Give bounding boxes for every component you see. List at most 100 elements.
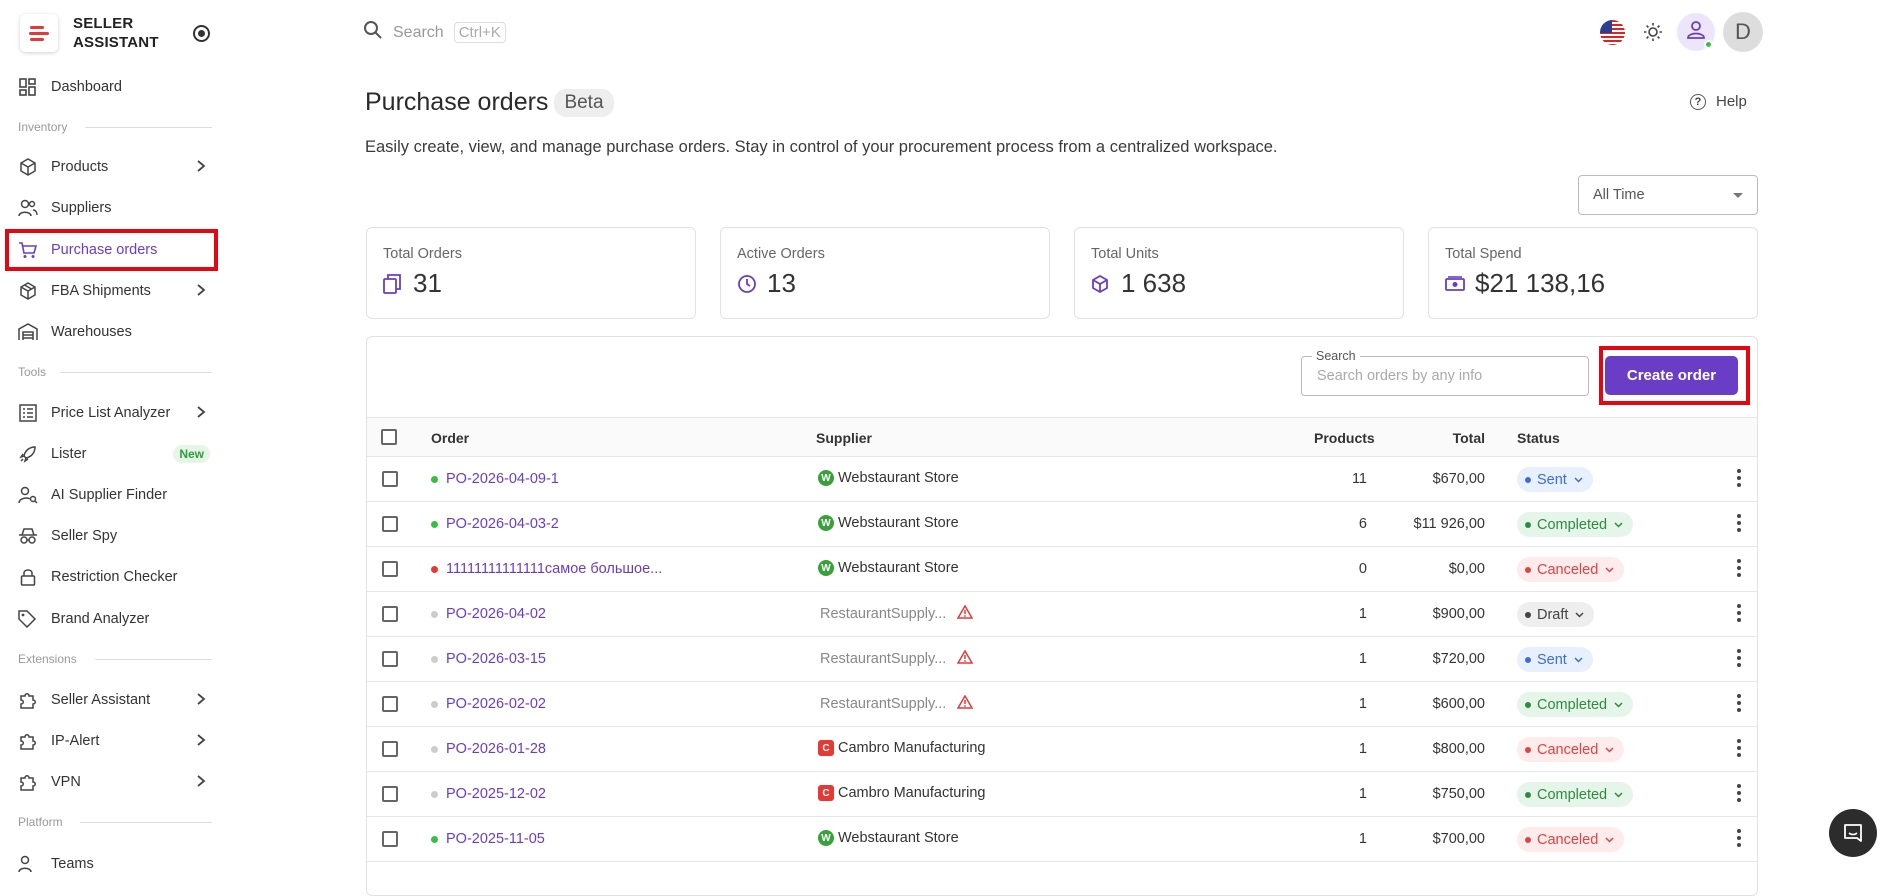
- status-badge[interactable]: Canceled: [1517, 827, 1625, 852]
- brand-line-2: ASSISTANT: [73, 34, 159, 51]
- orders-table-card: Search Create order Order Supplier Produ…: [366, 336, 1758, 896]
- section-platform: Platform: [18, 815, 63, 829]
- kebab-icon[interactable]: [1737, 604, 1741, 622]
- create-order-button[interactable]: Create order: [1605, 356, 1738, 395]
- table-row[interactable]: PO-2026-04-09-1 W Webstaurant Store 11 $670,…: [367, 457, 1757, 502]
- column-order[interactable]: Order: [431, 430, 469, 446]
- order-link[interactable]: PO-2026-01-28: [446, 741, 546, 757]
- sidebar-item-products[interactable]: Products: [5, 148, 218, 186]
- row-checkbox[interactable]: [382, 741, 398, 757]
- order-link[interactable]: PO-2026-04-03-2: [446, 516, 559, 532]
- status-badge[interactable]: Canceled: [1517, 557, 1625, 582]
- row-checkbox[interactable]: [382, 786, 398, 802]
- table-row[interactable]: PO-2025-11-05 W Webstaurant Store 1 $700,00 C…: [367, 817, 1757, 862]
- sidebar-toggle-icon[interactable]: [193, 25, 210, 42]
- status-badge[interactable]: Canceled: [1517, 737, 1625, 762]
- order-cell[interactable]: PO-2026-04-09-1: [431, 471, 559, 487]
- row-checkbox[interactable]: [382, 831, 398, 847]
- kebab-icon[interactable]: [1737, 829, 1741, 847]
- table-row[interactable]: PO-2026-01-28 C Cambro Manufacturing 1 $800,…: [367, 727, 1757, 772]
- table-row[interactable]: PO-2026-03-15 RestaurantSupply... 1 $720,00…: [367, 637, 1757, 682]
- sidebar-item-ai-supplier-finder[interactable]: AI Supplier Finder: [5, 476, 218, 514]
- table-row[interactable]: PO-2025-12-02 C Cambro Manufacturing 1 $750,…: [367, 772, 1757, 817]
- kebab-icon[interactable]: [1737, 559, 1741, 577]
- sidebar-item-vpn[interactable]: VPN: [5, 763, 218, 801]
- order-cell[interactable]: PO-2026-01-28: [431, 741, 546, 757]
- order-cell[interactable]: PO-2026-02-02: [431, 696, 546, 712]
- order-status-dot: [431, 475, 438, 483]
- sidebar-item-seller-spy[interactable]: Seller Spy: [5, 517, 218, 555]
- order-link[interactable]: PO-2026-04-09-1: [446, 471, 559, 487]
- stat-total-units: Total Units 1 638: [1074, 227, 1404, 319]
- order-link[interactable]: PO-2026-02-02: [446, 696, 546, 712]
- order-cell[interactable]: PO-2026-03-15: [431, 651, 546, 667]
- help-link[interactable]: ? Help: [1690, 93, 1747, 110]
- column-total[interactable]: Total: [1427, 430, 1485, 446]
- status-dot: [1525, 791, 1531, 798]
- kebab-icon[interactable]: [1737, 739, 1741, 757]
- sidebar-item-ip-alert[interactable]: IP-Alert: [5, 722, 218, 760]
- sidebar-item-teams[interactable]: Teams: [5, 845, 218, 883]
- sidebar-item-seller-assistant[interactable]: Seller Assistant: [5, 681, 218, 719]
- column-status[interactable]: Status: [1517, 430, 1560, 446]
- row-checkbox[interactable]: [382, 606, 398, 622]
- row-checkbox[interactable]: [382, 651, 398, 667]
- table-row[interactable]: 11111111111111самое большое... W Webstaura…: [367, 547, 1757, 592]
- column-products[interactable]: Products: [1314, 430, 1375, 446]
- select-all-checkbox[interactable]: [381, 429, 397, 445]
- order-link[interactable]: PO-2026-03-15: [446, 651, 546, 667]
- table-row[interactable]: PO-2026-04-02 RestaurantSupply... 1 $900,00…: [367, 592, 1757, 637]
- row-checkbox[interactable]: [382, 561, 398, 577]
- chevron-right-icon: [196, 159, 206, 177]
- column-supplier[interactable]: Supplier: [816, 430, 872, 446]
- help-label: Help: [1716, 93, 1747, 110]
- order-link[interactable]: PO-2025-11-05: [446, 831, 545, 847]
- kebab-icon[interactable]: [1737, 784, 1741, 802]
- sidebar-item-suppliers[interactable]: Suppliers: [5, 189, 218, 227]
- sun-icon[interactable]: [1641, 20, 1665, 44]
- row-checkbox[interactable]: [382, 516, 398, 532]
- sidebar-item-brand-analyzer[interactable]: Brand Analyzer: [5, 600, 218, 638]
- stat-value-row: 1 638: [1091, 268, 1387, 299]
- order-cell[interactable]: PO-2026-04-03-2: [431, 516, 559, 532]
- cart-icon: [17, 239, 39, 261]
- global-search[interactable]: Search Ctrl+K: [363, 20, 506, 45]
- order-link[interactable]: PO-2026-04-02: [446, 606, 546, 622]
- sidebar-item-restriction-checker[interactable]: Restriction Checker: [5, 558, 218, 596]
- avatar[interactable]: D: [1723, 12, 1763, 52]
- kebab-icon[interactable]: [1737, 694, 1741, 712]
- order-cell[interactable]: PO-2025-11-05: [431, 831, 545, 847]
- chat-icon[interactable]: [1829, 809, 1877, 857]
- table-row[interactable]: PO-2026-04-03-2 W Webstaurant Store 6 $11 92…: [367, 502, 1757, 547]
- account-button[interactable]: [1677, 13, 1715, 51]
- kebab-icon[interactable]: [1737, 469, 1741, 487]
- sidebar-item-dashboard[interactable]: Dashboard: [5, 68, 218, 106]
- cambro-logo-icon: C: [818, 740, 834, 756]
- status-badge[interactable]: Completed: [1517, 692, 1634, 717]
- status-badge[interactable]: Completed: [1517, 782, 1634, 807]
- row-checkbox[interactable]: [382, 471, 398, 487]
- sidebar-item-purchase-orders[interactable]: Purchase orders: [5, 229, 218, 271]
- kebab-icon[interactable]: [1737, 649, 1741, 667]
- order-link[interactable]: 11111111111111самое большое...: [446, 561, 662, 577]
- orders-search[interactable]: Search: [1301, 349, 1589, 396]
- status-badge[interactable]: Sent: [1517, 647, 1593, 672]
- us-flag-icon[interactable]: [1600, 19, 1625, 45]
- status-badge[interactable]: Sent: [1517, 467, 1593, 492]
- table-row[interactable]: PO-2026-02-02 RestaurantSupply... 1 $600,00…: [367, 682, 1757, 727]
- status-badge[interactable]: Draft: [1517, 602, 1595, 627]
- kebab-icon[interactable]: [1737, 514, 1741, 532]
- sidebar-item-warehouses[interactable]: Warehouses: [5, 313, 218, 351]
- sidebar-item-price-list-analyzer[interactable]: Price List Analyzer: [5, 394, 218, 432]
- status-badge[interactable]: Completed: [1517, 512, 1634, 537]
- order-cell[interactable]: PO-2026-04-02: [431, 606, 546, 622]
- order-cell[interactable]: 11111111111111самое большое...: [431, 561, 662, 577]
- brand[interactable]: SELLER ASSISTANT: [20, 14, 159, 52]
- row-checkbox[interactable]: [382, 696, 398, 712]
- order-link[interactable]: PO-2025-12-02: [446, 786, 546, 802]
- table-header: Order Supplier Products Total Status: [367, 417, 1757, 457]
- sidebar-item-lister[interactable]: Lister New: [5, 435, 218, 473]
- order-cell[interactable]: PO-2025-12-02: [431, 786, 546, 802]
- period-select[interactable]: All Time: [1578, 175, 1758, 215]
- sidebar-item-fba-shipments[interactable]: FBA Shipments: [5, 272, 218, 310]
